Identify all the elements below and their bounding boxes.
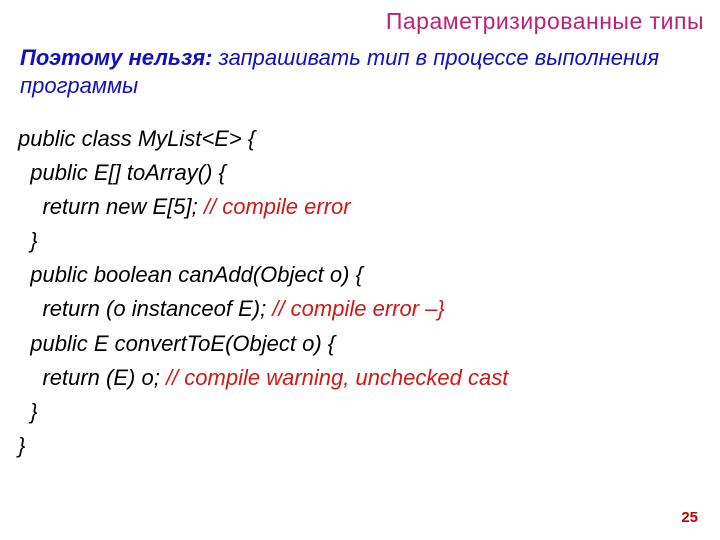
lead-paragraph: Поэтому нельзя: запрашивать тип в процес… [20,44,700,99]
code-line: } [18,228,38,253]
code-line: public class MyList<E> { [18,126,255,151]
code-comment: // compile error [204,194,351,219]
lead-strong: Поэтому нельзя: [20,45,213,70]
code-line: } [18,433,25,458]
code-block: public class MyList<E> { public E[] toAr… [18,122,702,463]
code-comment: // compile error –} [272,296,444,321]
code-line: } [18,399,38,424]
code-line: public E[] toArray() { [18,160,226,185]
code-line: return (E) o; [18,365,166,390]
slide-title: Параметризированные типы [386,8,704,35]
code-line: return (o instanceof E); [18,296,272,321]
code-line: public E convertToE(Object o) { [18,331,335,356]
code-line: public boolean canAdd(Object o) { [18,262,363,287]
code-comment: // compile warning, unchecked cast [166,365,508,390]
page-number: 25 [681,509,698,526]
code-line: return new E[5]; [18,194,204,219]
